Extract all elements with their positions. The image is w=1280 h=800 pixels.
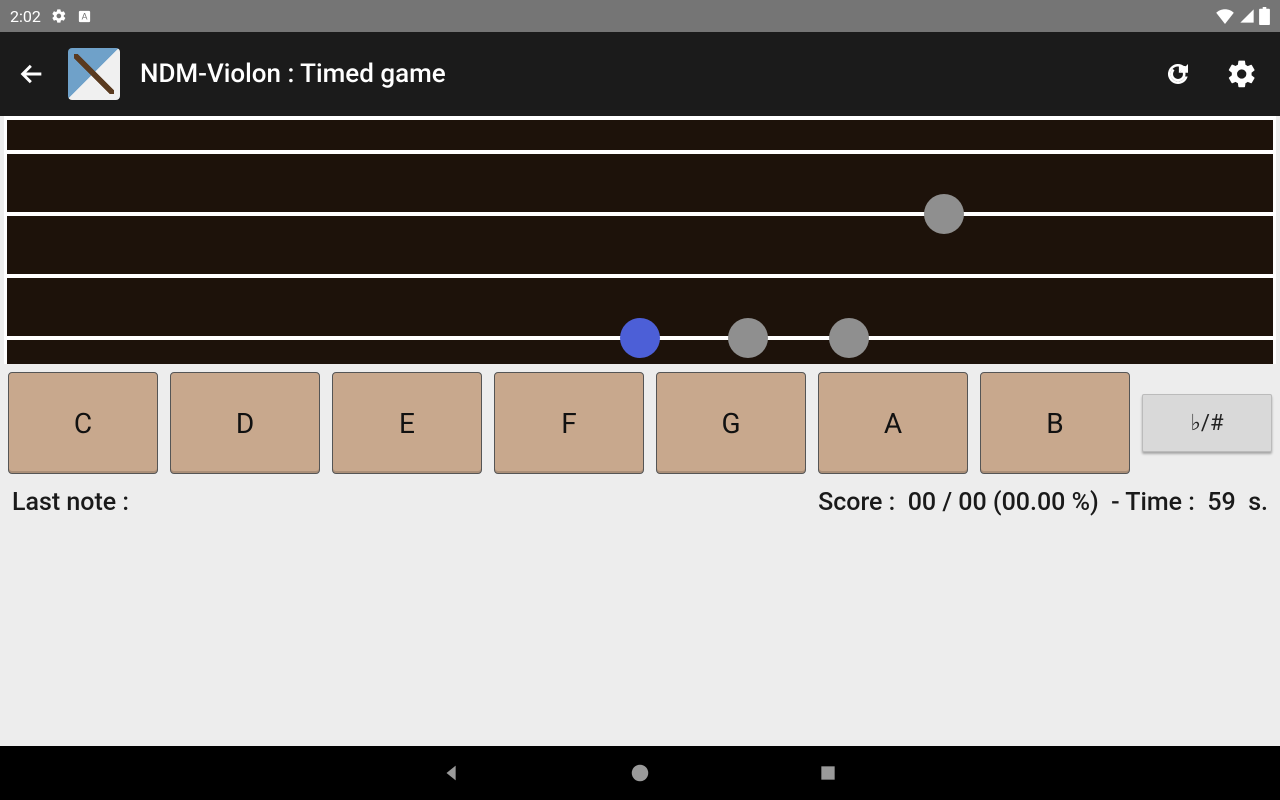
note-button-b[interactable]: B bbox=[980, 372, 1130, 474]
status-line: Last note : Score : 00 / 00 (00.00 %) - … bbox=[0, 482, 1280, 517]
note-buttons-row: CDEFGAB♭/# bbox=[0, 364, 1280, 482]
note-button-d[interactable]: D bbox=[170, 372, 320, 474]
note-button-c[interactable]: C bbox=[8, 372, 158, 474]
last-note-label: Last note : bbox=[12, 488, 129, 517]
android-nav-bar bbox=[0, 746, 1280, 800]
svg-text:A: A bbox=[81, 11, 87, 21]
keyboard-mini-icon: A bbox=[77, 9, 92, 24]
note-button-e[interactable]: E bbox=[332, 372, 482, 474]
time-label: - Time : bbox=[1111, 488, 1195, 517]
note-button-a[interactable]: A bbox=[818, 372, 968, 474]
cell-signal-icon bbox=[1239, 8, 1255, 24]
app-icon bbox=[68, 48, 120, 100]
score-label: Score : bbox=[818, 488, 895, 517]
fretboard-note-dot bbox=[829, 318, 869, 358]
accidental-toggle-button[interactable]: ♭/# bbox=[1142, 394, 1272, 452]
refresh-button[interactable] bbox=[1156, 52, 1200, 96]
fretboard-note-dot bbox=[924, 194, 964, 234]
fretboard-note-dot bbox=[620, 318, 660, 358]
battery-icon bbox=[1259, 7, 1270, 25]
nav-recent-button[interactable] bbox=[814, 759, 842, 787]
page-title: NDM-Violon : Timed game bbox=[140, 59, 446, 89]
fretboard-string bbox=[7, 150, 1273, 154]
score-value: 00 / 00 (00.00 %) bbox=[908, 488, 1099, 517]
time-value: 59 bbox=[1207, 488, 1235, 517]
settings-button[interactable] bbox=[1220, 52, 1264, 96]
fretboard-note-dot bbox=[728, 318, 768, 358]
note-button-f[interactable]: F bbox=[494, 372, 644, 474]
android-status-bar: 2:02 A bbox=[0, 0, 1280, 32]
settings-mini-icon bbox=[51, 8, 67, 24]
nav-back-button[interactable] bbox=[438, 759, 466, 787]
status-time: 2:02 bbox=[10, 7, 41, 26]
wifi-icon bbox=[1215, 8, 1235, 24]
time-unit: s. bbox=[1248, 488, 1268, 517]
fretboard-string bbox=[7, 274, 1273, 278]
nav-home-button[interactable] bbox=[626, 759, 654, 787]
content-area bbox=[0, 517, 1280, 746]
back-button[interactable] bbox=[16, 58, 48, 90]
note-button-g[interactable]: G bbox=[656, 372, 806, 474]
fretboard-string bbox=[7, 212, 1273, 216]
app-bar: NDM-Violon : Timed game bbox=[0, 32, 1280, 116]
fretboard[interactable] bbox=[4, 116, 1276, 364]
